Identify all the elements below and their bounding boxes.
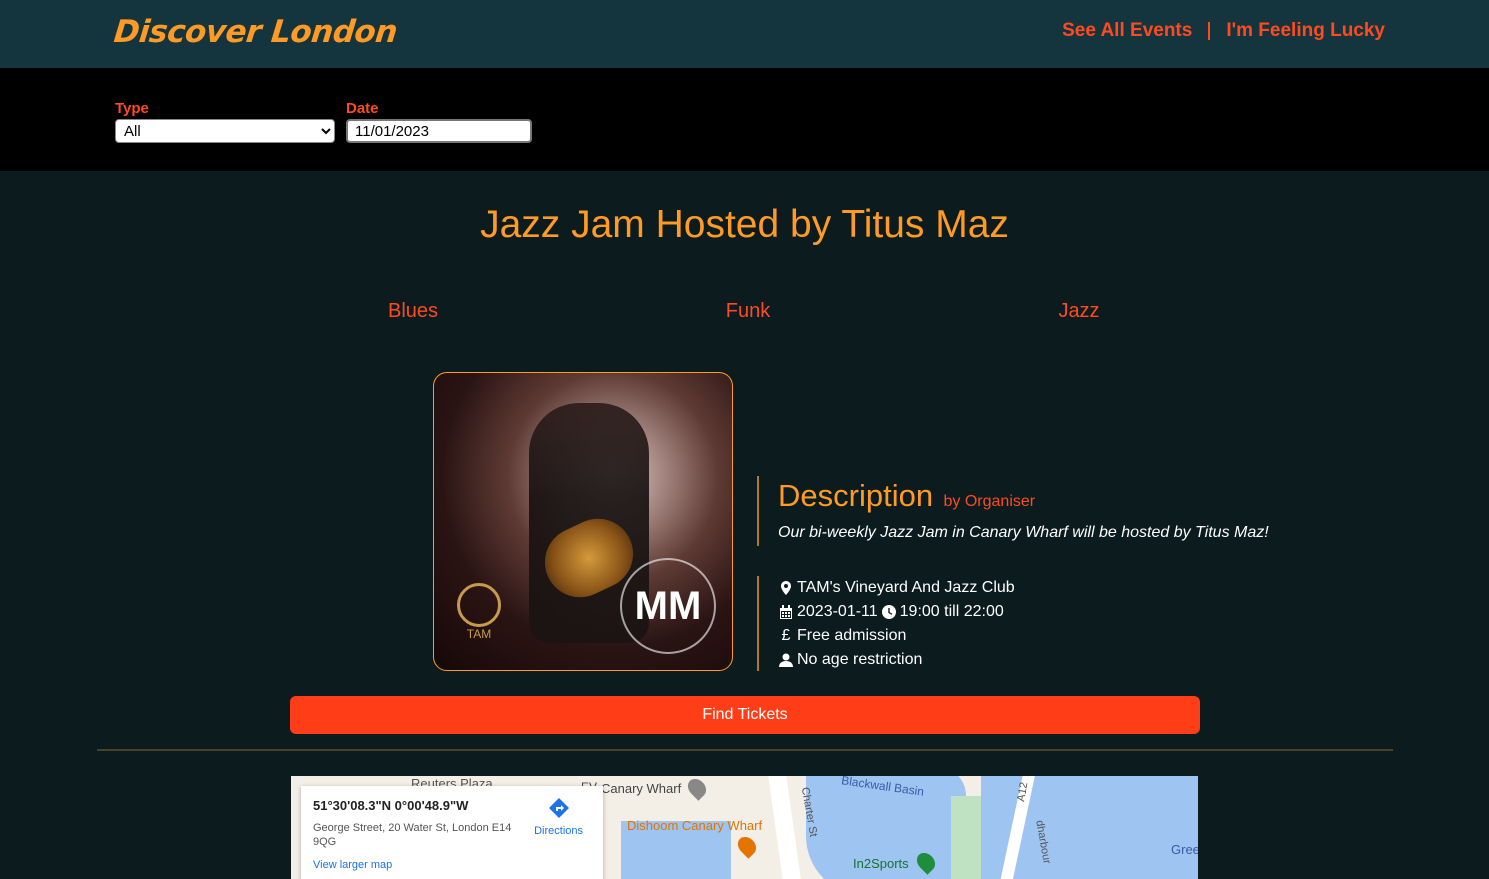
date-input[interactable] <box>346 119 532 143</box>
filter-bar: Type All Date <box>0 68 1489 171</box>
event-age-restriction: No age restriction <box>797 651 923 668</box>
venue-name[interactable]: TAM's Vineyard And Jazz Club <box>797 576 1015 600</box>
section-divider <box>97 749 1393 751</box>
genre-tag-blues[interactable]: Blues <box>388 300 438 323</box>
directions-icon <box>548 798 569 818</box>
restaurant-pin-icon[interactable] <box>734 833 760 859</box>
genre-tag-jazz[interactable]: Jazz <box>1058 300 1099 323</box>
map-pin-icon[interactable] <box>684 776 710 801</box>
price-row: £ Free admission <box>779 624 1015 648</box>
event-title: Jazz Jam Hosted by Titus Maz <box>480 203 1009 246</box>
event-price: Free admission <box>797 627 907 644</box>
map-label-canary-wharf: Canary Wharf <box>601 781 682 796</box>
map-road <box>767 776 803 879</box>
see-all-events-link[interactable]: See All Events <box>1062 20 1192 42</box>
clock-icon <box>881 605 896 619</box>
directions-label: Directions <box>534 825 583 837</box>
date-label: Date <box>346 100 379 117</box>
event-date: 2023-01-11 <box>797 603 878 620</box>
type-select[interactable]: All <box>115 119 335 143</box>
description-by-organiser[interactable]: by Organiser <box>944 493 1036 510</box>
map-label-in2sports[interactable]: In2Sports <box>853 856 909 871</box>
age-row: No age restriction <box>779 648 1015 672</box>
map-green-area <box>951 796 981 879</box>
event-info: TAM's Vineyard And Jazz Club 2023-01-11 … <box>757 576 1015 671</box>
find-tickets-button[interactable]: Find Tickets <box>290 696 1200 734</box>
genre-tag-funk[interactable]: Funk <box>726 300 770 323</box>
map-info-card: 51°30'08.3"N 0°00'48.9"W George Street, … <box>301 786 603 879</box>
poster-logo-right: MM <box>620 558 716 654</box>
description-section: Description by Organiser Our bi-weekly J… <box>757 476 1269 546</box>
type-filter: Type All <box>115 100 335 143</box>
description-text: Our bi-weekly Jazz Jam in Canary Wharf w… <box>778 524 1269 541</box>
directions-button[interactable]: Directions <box>534 798 583 837</box>
nav-separator <box>1208 22 1211 40</box>
user-icon <box>779 653 793 667</box>
location-map[interactable]: Reuters Plaza EV Canary Wharf Dishoom Ca… <box>291 776 1198 879</box>
type-label: Type <box>115 100 149 117</box>
map-label-gree: Gree <box>1171 842 1198 857</box>
datetime-row: 2023-01-11 19:00 till 22:00 <box>779 600 1015 624</box>
description-heading: Description <box>778 478 934 513</box>
top-navbar: Discover London See All Events I'm Feeli… <box>0 0 1489 68</box>
calendar-icon <box>780 605 792 619</box>
poster-logo-left: TAM <box>452 583 506 653</box>
map-label-dishoom[interactable]: Dishoom Canary Wharf <box>627 818 762 833</box>
event-time: 19:00 till 22:00 <box>899 603 1004 620</box>
event-poster-image: TAM MM <box>433 372 733 671</box>
feeling-lucky-link[interactable]: I'm Feeling Lucky <box>1226 20 1385 42</box>
top-nav: See All Events I'm Feeling Lucky <box>1062 20 1385 42</box>
date-filter: Date <box>346 100 532 143</box>
brand-logo[interactable]: Discover London <box>112 14 399 50</box>
view-larger-map-link[interactable]: View larger map <box>313 859 591 871</box>
map-marker-icon <box>781 581 791 595</box>
pound-icon: £ <box>781 627 791 644</box>
venue-row: TAM's Vineyard And Jazz Club <box>779 576 1015 600</box>
map-address: George Street, 20 Water St, London E14 9… <box>313 822 512 848</box>
